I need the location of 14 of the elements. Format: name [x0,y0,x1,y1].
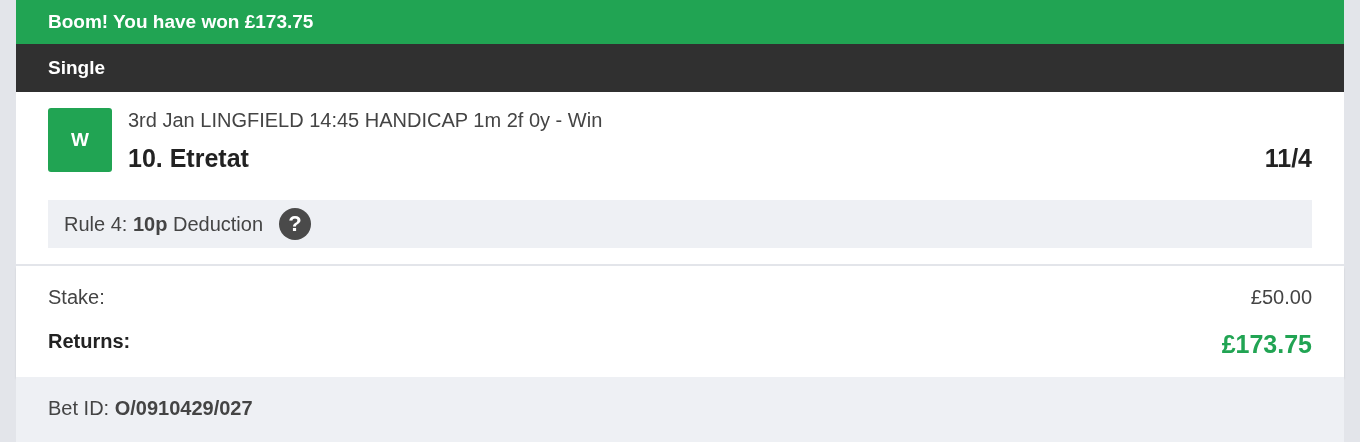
help-icon[interactable]: ? [279,207,312,240]
returns-value: £173.75 [1221,328,1312,360]
win-message: Boom! You have won £173.75 [48,9,314,34]
stake-value: £50.00 [1250,284,1312,310]
stake-label: Stake: [48,284,105,310]
bet-id-label: Bet ID: [48,397,110,419]
rule4-deduction-text: Rule 4: 10p Deduction [64,211,264,237]
bet-type-label: Single [48,55,105,80]
odds: 11/4 [1264,143,1312,174]
returns-label: Returns: [48,328,131,354]
bet-id-value: O/0910429/027 [114,397,253,419]
event-description: 3rd Jan LINGFIELD 14:45 HANDICAP 1m 2f 0y - Win [128,108,604,133]
result-badge: W [48,108,112,172]
runner-name: 10. Etretat [128,143,249,174]
